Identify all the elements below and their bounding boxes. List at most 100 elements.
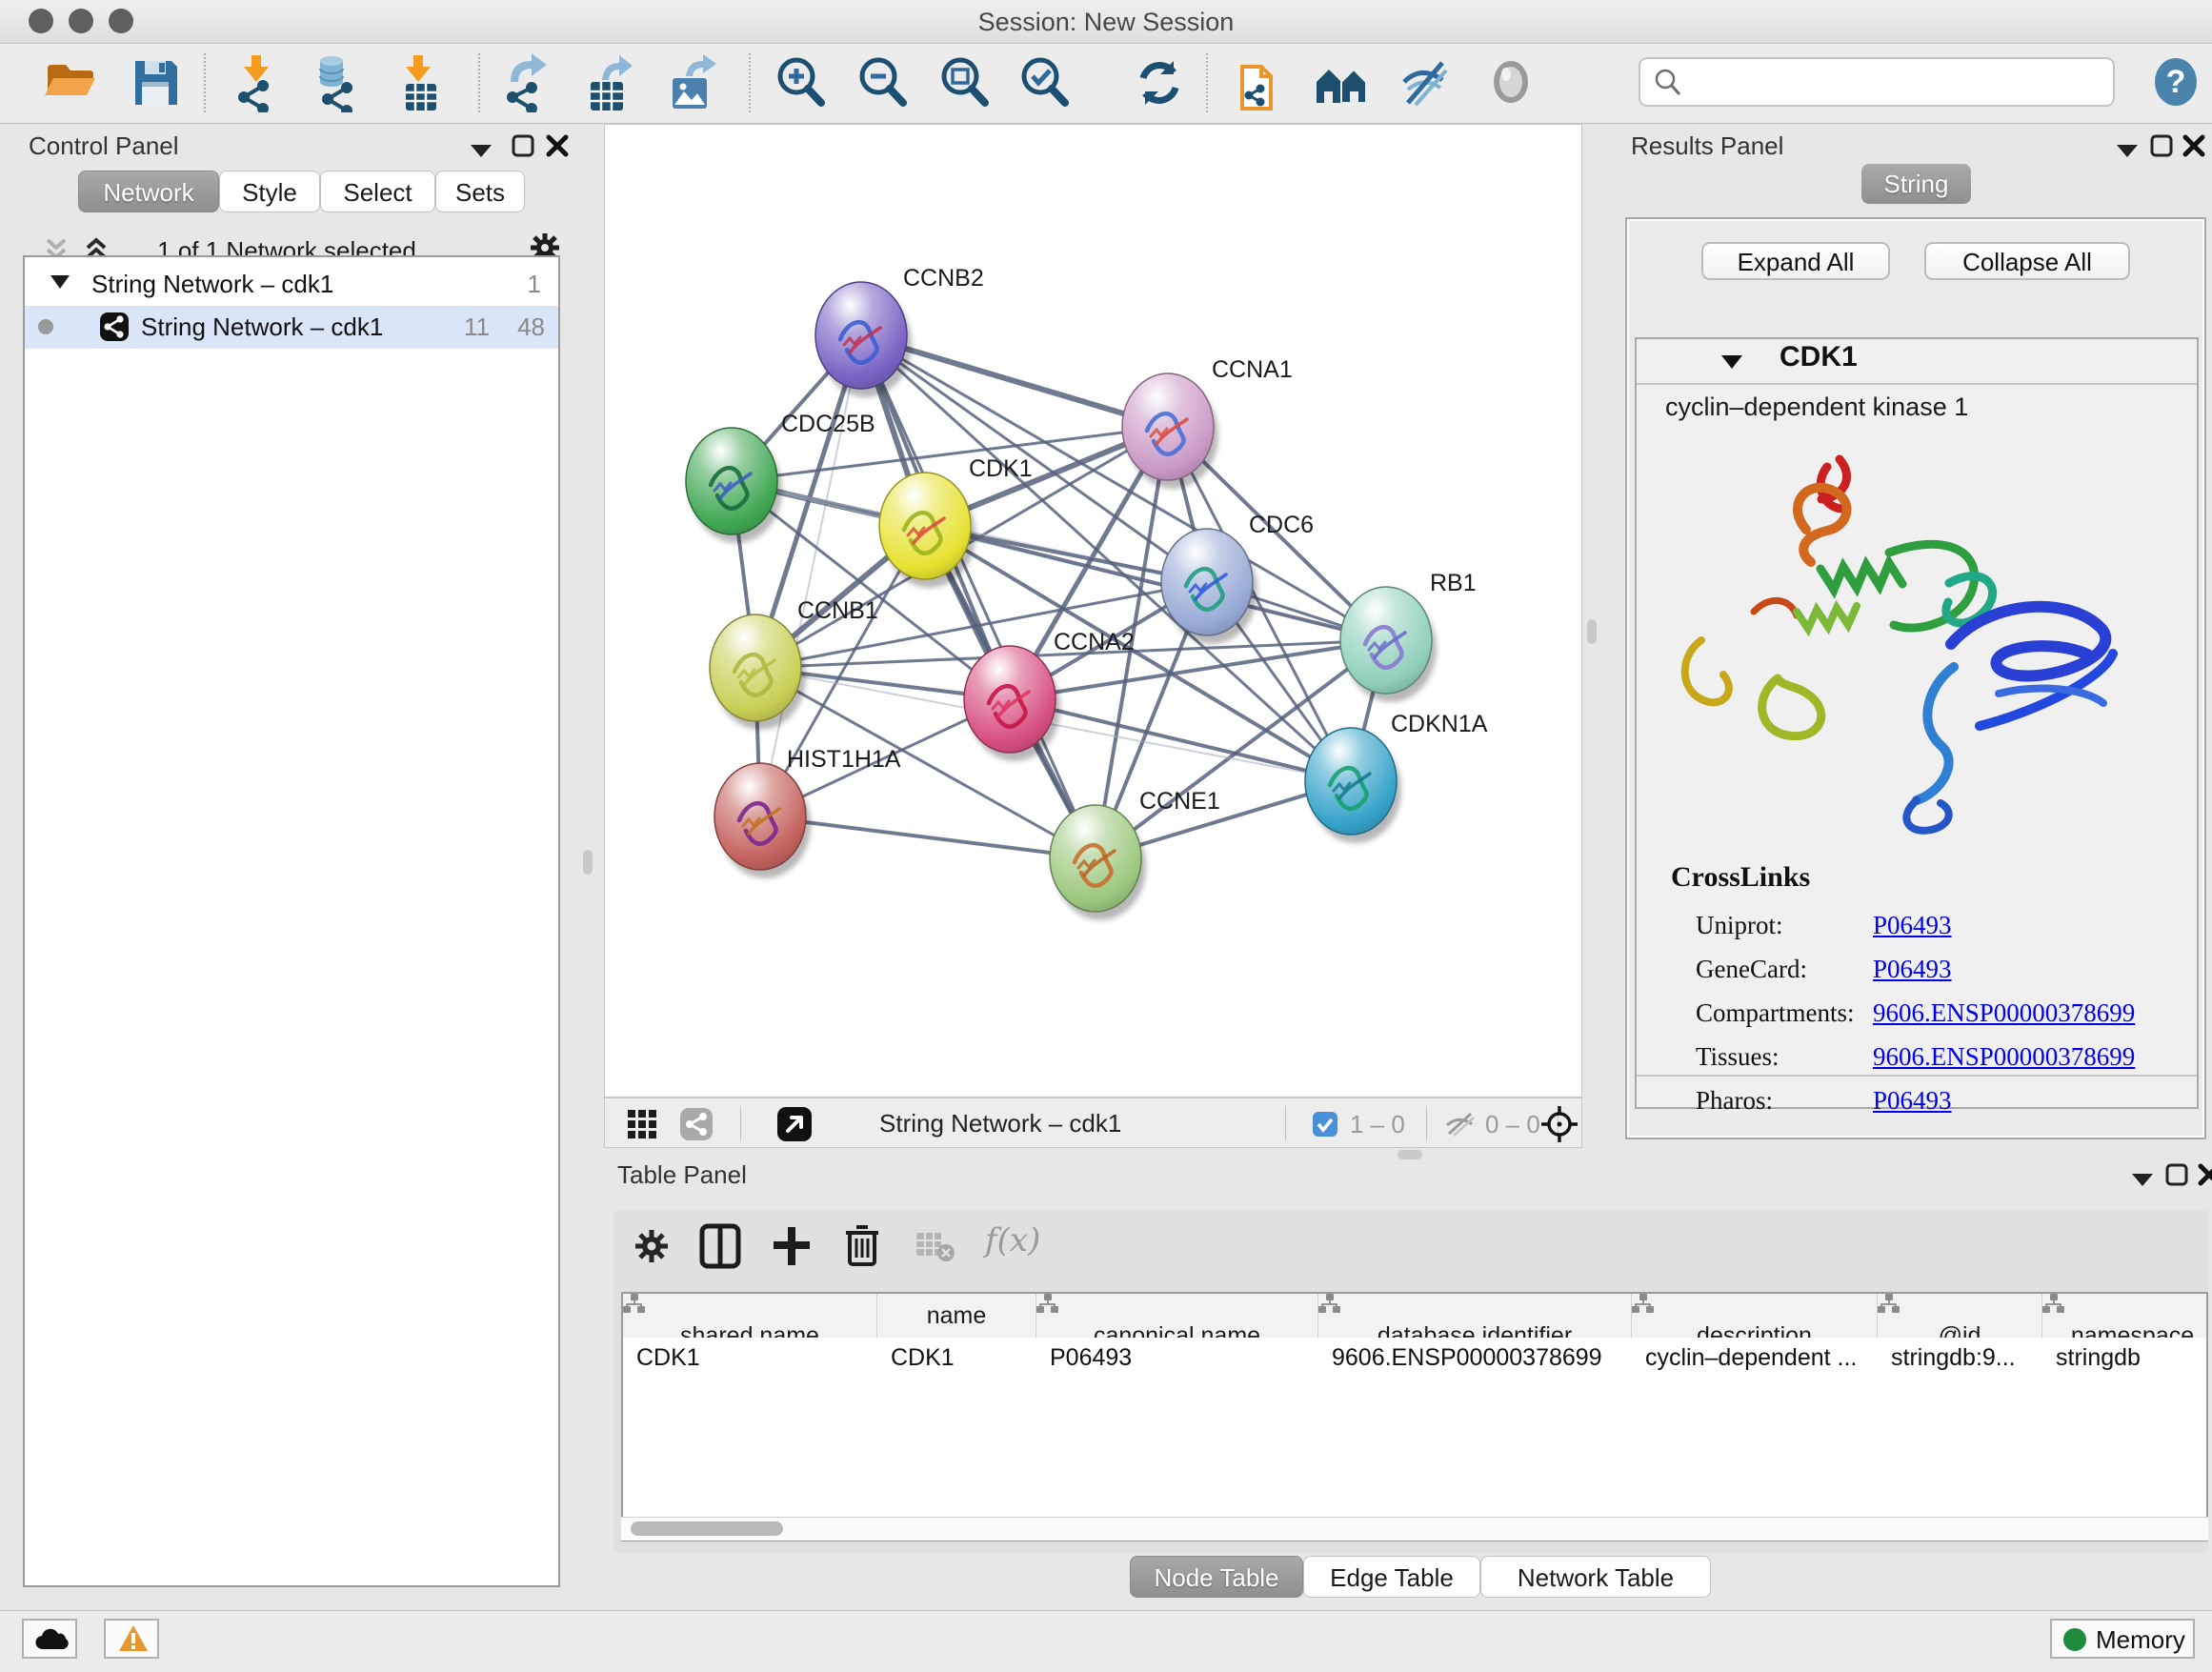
node-CCNA1[interactable]: CCNA1 <box>1122 356 1293 489</box>
tab-network[interactable]: Network <box>78 171 219 212</box>
node-label-CDC25B: CDC25B <box>781 411 875 437</box>
crosslink-label: Pharos: <box>1696 1086 1773 1116</box>
network-nodes: CCNB2 CCNA1 CDC25B <box>686 265 1488 920</box>
import-table-file-icon[interactable] <box>391 53 450 112</box>
tab-string[interactable]: String <box>1861 164 1971 204</box>
float-menu-icon[interactable] <box>469 143 493 158</box>
refresh-icon[interactable] <box>1130 53 1189 112</box>
show-columns-icon[interactable] <box>699 1223 741 1269</box>
float-window-icon[interactable] <box>2164 1162 2189 1187</box>
column-header-namespace[interactable]: namespace <box>2042 1294 2208 1338</box>
horizontal-scrollbar[interactable] <box>621 1517 2208 1541</box>
show-selected-icon[interactable] <box>1482 53 1541 112</box>
node-CDKN1A[interactable]: CDKN1A <box>1305 711 1488 843</box>
float-window-icon[interactable] <box>2149 133 2174 158</box>
zoom-fit-icon[interactable] <box>935 53 995 112</box>
network-node-count: 11 <box>464 312 490 342</box>
scrollbar-thumb[interactable] <box>631 1521 783 1536</box>
left-splitter-handle[interactable] <box>583 850 593 875</box>
crosslink-value[interactable]: P06493 <box>1873 911 1952 940</box>
node-CDK1[interactable]: CDK1 <box>879 455 1033 588</box>
table-row[interactable]: CDK1CDK1P064939606.ENSP00000378699cyclin… <box>623 1338 2208 1378</box>
collection-count: 1 <box>528 270 541 299</box>
expand-all-button[interactable]: Expand All <box>1701 242 1890 280</box>
close-panel-icon[interactable] <box>545 133 570 158</box>
node-result-section: CDK1 cyclin–dependent kinase 1 <box>1635 337 2199 1109</box>
grid-view-icon[interactable] <box>628 1110 658 1138</box>
tab-sets[interactable]: Sets <box>435 171 525 212</box>
column-header-shared-name[interactable]: shared name <box>623 1294 877 1338</box>
zoom-selected-icon[interactable] <box>1016 53 1075 112</box>
collapse-all-button[interactable]: Collapse All <box>1924 242 2130 280</box>
export-image-icon[interactable] <box>661 53 720 112</box>
crosslink-value[interactable]: P06493 <box>1873 955 1952 984</box>
right-splitter-handle[interactable] <box>1587 619 1597 644</box>
tab-select[interactable]: Select <box>320 171 435 212</box>
status-bar: Memory <box>0 1610 2212 1672</box>
node-CCNE1[interactable]: CCNE1 <box>1050 788 1220 920</box>
node-RB1[interactable]: RB1 <box>1340 570 1477 702</box>
memory-button[interactable]: Memory <box>2050 1619 2195 1659</box>
network-share-icon[interactable] <box>679 1107 714 1141</box>
section-collapse-icon[interactable] <box>1720 354 1743 370</box>
save-session-icon[interactable] <box>126 53 185 112</box>
crosslink-value[interactable]: 9606.ENSP00000378699 <box>1873 998 2135 1028</box>
close-panel-icon[interactable] <box>2182 133 2206 158</box>
table-options-gear-icon[interactable] <box>633 1227 671 1265</box>
tab-network-table[interactable]: Network Table <box>1480 1556 1711 1598</box>
selected-count-badge: 1 – 0 <box>1350 1110 1405 1139</box>
search-input[interactable] <box>1690 63 2103 99</box>
table-cell: stringdb <box>2042 1338 2208 1378</box>
detach-view-icon[interactable] <box>776 1106 813 1142</box>
tab-edge-table[interactable]: Edge Table <box>1303 1556 1480 1598</box>
node-table[interactable]: shared namenamecanonical namedatabase id… <box>621 1292 2208 1541</box>
table-cell: 9606.ENSP00000378699 <box>1318 1338 1632 1378</box>
selected-checkbox-icon[interactable] <box>1312 1111 1338 1138</box>
column-header-name[interactable]: name <box>877 1294 1036 1338</box>
crosslink-row: Pharos: P06493 <box>1696 1082 2182 1126</box>
import-network-file-icon[interactable] <box>231 53 290 112</box>
column-header-database-identifier[interactable]: database identifier <box>1318 1294 1632 1338</box>
open-in-web-icon[interactable] <box>1233 53 1292 112</box>
node-HIST1H1A[interactable]: HIST1H1A <box>714 746 901 878</box>
node-CDC6[interactable]: CDC6 <box>1161 512 1314 644</box>
table-tabs: Node TableEdge TableNetwork Table <box>1130 1556 1701 1598</box>
tab-style[interactable]: Style <box>219 171 320 212</box>
search-box[interactable] <box>1639 57 2115 107</box>
bottom-splitter-handle[interactable] <box>1398 1150 1422 1159</box>
export-table-icon[interactable] <box>579 53 638 112</box>
crosslink-value[interactable]: 9606.ENSP00000378699 <box>1873 1042 2135 1072</box>
node-CCNB2[interactable]: CCNB2 <box>815 265 984 397</box>
add-column-icon[interactable] <box>772 1225 812 1267</box>
network-collection-row[interactable]: String Network – cdk1 1 <box>25 263 558 306</box>
warning-status-button[interactable] <box>104 1619 159 1659</box>
node-CDC25B[interactable]: CDC25B <box>686 411 875 543</box>
zoom-out-icon[interactable] <box>854 53 913 112</box>
help-icon[interactable]: ? <box>2151 57 2210 116</box>
column-header-canonical-name[interactable]: canonical name <box>1036 1294 1318 1338</box>
column-header-description[interactable]: description <box>1632 1294 1878 1338</box>
crosslink-value[interactable]: P06493 <box>1873 1086 1952 1116</box>
hide-selected-icon[interactable] <box>1397 53 1456 112</box>
import-network-database-icon[interactable] <box>307 53 366 112</box>
float-window-icon[interactable] <box>511 133 535 158</box>
node-label-RB1: RB1 <box>1430 570 1477 596</box>
network-edge-count: 48 <box>517 312 545 342</box>
float-menu-icon[interactable] <box>2130 1172 2155 1187</box>
cloud-status-button[interactable] <box>22 1619 77 1659</box>
float-menu-icon[interactable] <box>2115 143 2140 158</box>
network-status-dot <box>38 319 53 334</box>
warning-icon <box>118 1624 149 1653</box>
open-session-icon[interactable] <box>42 53 101 112</box>
birdseye-crosshair-icon[interactable] <box>1540 1105 1579 1143</box>
show-all-networks-icon[interactable] <box>1313 53 1372 112</box>
close-panel-icon[interactable] <box>2197 1162 2212 1187</box>
zoom-in-icon[interactable] <box>772 53 831 112</box>
column-header--id[interactable]: @id <box>1878 1294 2042 1338</box>
network-canvas[interactable]: CCNB2 CCNA1 CDC25B <box>604 124 1582 1098</box>
tree-expand-icon[interactable] <box>50 274 70 290</box>
network-row[interactable]: String Network – cdk1 11 48 <box>25 306 558 349</box>
tab-node-table[interactable]: Node Table <box>1130 1556 1303 1598</box>
delete-column-icon[interactable] <box>844 1223 880 1267</box>
export-network-icon[interactable] <box>499 53 558 112</box>
